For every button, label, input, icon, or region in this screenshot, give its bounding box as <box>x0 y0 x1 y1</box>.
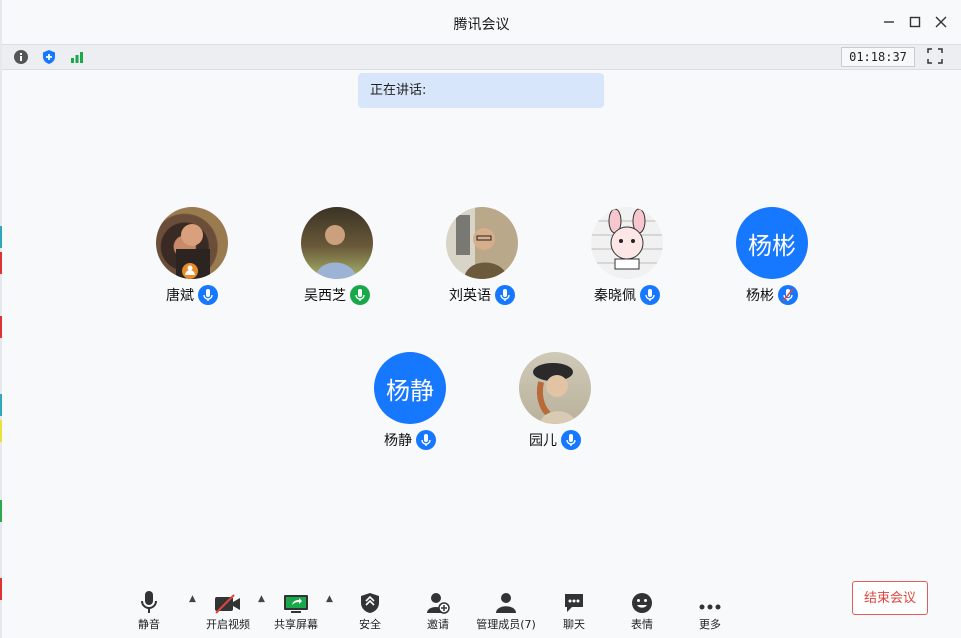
security-button[interactable]: 安全 <box>340 588 400 632</box>
member-tile[interactable]: 吴西芝 <box>277 207 397 305</box>
members-icon <box>476 588 536 614</box>
microphone-icon <box>119 588 179 614</box>
member-name: 园儿 <box>529 433 557 449</box>
signal-strength-icon[interactable] <box>68 48 86 66</box>
member-name: 杨静 <box>384 433 412 449</box>
manage-members-button[interactable]: 管理成员(7) <box>476 588 536 632</box>
microphone-icon[interactable] <box>561 430 581 450</box>
smiley-icon <box>612 588 672 614</box>
security-shield-icon[interactable] <box>40 48 58 66</box>
add-user-icon <box>408 588 468 614</box>
more-button[interactable]: 更多 <box>680 588 740 632</box>
microphone-speaking-icon[interactable] <box>350 285 370 305</box>
fullscreen-icon[interactable] <box>927 48 945 66</box>
minimize-button[interactable] <box>879 12 899 32</box>
video-options-caret[interactable]: ▲ <box>258 594 265 604</box>
avatar <box>591 207 663 279</box>
meeting-info-bar: 01:18:37 <box>2 44 961 70</box>
microphone-icon[interactable] <box>495 285 515 305</box>
maximize-button[interactable] <box>905 12 925 32</box>
member-tile[interactable]: 杨彬 杨彬 <box>712 207 832 305</box>
microphone-icon[interactable] <box>198 285 218 305</box>
mute-button[interactable]: 静音 <box>119 588 179 632</box>
more-dots-icon <box>680 588 740 614</box>
left-edge-strip <box>0 0 2 638</box>
title-bar: 腾讯会议 <box>2 0 961 44</box>
end-meeting-button[interactable]: 结束会议 <box>852 581 928 615</box>
meeting-timer: 01:18:37 <box>841 47 915 67</box>
member-tile[interactable]: 刘英语 <box>422 207 542 305</box>
chat-button[interactable]: 聊天 <box>544 588 604 632</box>
window-title: 腾讯会议 <box>453 17 510 33</box>
member-name: 唐斌 <box>166 288 194 304</box>
share-screen-icon <box>266 588 326 614</box>
camera-off-icon <box>198 588 258 614</box>
start-video-button[interactable]: 开启视频 <box>198 588 258 632</box>
share-options-caret[interactable]: ▲ <box>326 594 333 604</box>
close-button[interactable] <box>931 12 951 32</box>
chat-icon <box>544 588 604 614</box>
microphone-muted-icon[interactable] <box>778 285 798 305</box>
share-screen-button[interactable]: 共享屏幕 <box>266 588 326 632</box>
info-icon[interactable] <box>12 48 30 66</box>
avatar: 杨静 <box>374 352 446 424</box>
avatar <box>519 352 591 424</box>
member-name: 刘英语 <box>449 288 491 304</box>
member-name: 吴西芝 <box>304 288 346 304</box>
member-tile[interactable]: 唐斌 <box>132 207 252 305</box>
avatar: 杨彬 <box>736 207 808 279</box>
emoji-button[interactable]: 表情 <box>612 588 672 632</box>
member-tile[interactable]: 秦晓佩 <box>567 207 687 305</box>
bottom-toolbar: 静音 ▲ 开启视频 ▲ 共享屏幕 ▲ 安全 邀请 管理成员(7) 聊天 表情 更… <box>2 581 961 638</box>
member-tile[interactable]: 杨静 杨静 <box>350 352 470 450</box>
avatar <box>156 207 228 279</box>
member-name: 秦晓佩 <box>594 288 636 304</box>
mute-options-caret[interactable]: ▲ <box>189 594 196 604</box>
member-tile[interactable]: 园儿 <box>495 352 615 450</box>
microphone-icon[interactable] <box>640 285 660 305</box>
invite-button[interactable]: 邀请 <box>408 588 468 632</box>
member-name: 杨彬 <box>746 288 774 304</box>
shield-icon <box>340 588 400 614</box>
microphone-icon[interactable] <box>416 430 436 450</box>
avatar <box>446 207 518 279</box>
speaking-indicator: 正在讲话: <box>358 73 604 108</box>
avatar <box>301 207 373 279</box>
